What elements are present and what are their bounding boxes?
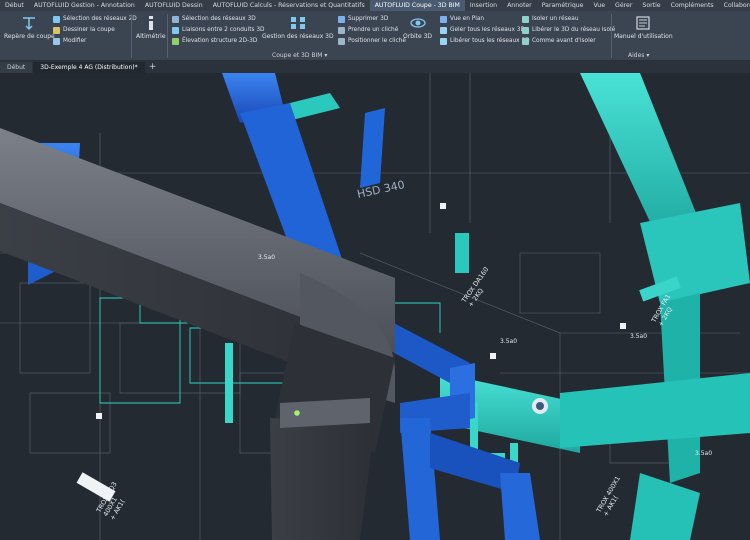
new-tab-button[interactable]: + [148, 62, 158, 73]
ribbon-separator [167, 14, 168, 58]
panel-title-aides[interactable]: Aides ▾ [628, 52, 649, 59]
geler-button[interactable]: Geler tous les réseaux 3D [440, 25, 525, 35]
menu-item[interactable]: AUTOFLUID Gestion - Annotation [29, 0, 140, 11]
ribbon-separator [131, 14, 132, 58]
selection-3d-button[interactable]: Sélection des réseaux 3D [172, 14, 256, 24]
comme-avant-button[interactable]: Comme avant d'isoler [522, 36, 596, 46]
comme-avant-label: Comme avant d'isoler [532, 38, 596, 44]
menu-item[interactable]: Compléments [666, 0, 719, 11]
position-snapshot-icon [338, 37, 345, 45]
document-tab[interactable]: Début [0, 62, 33, 73]
orbite-label: Orbite 3D [403, 33, 433, 40]
freeze-icon [440, 26, 447, 34]
liaisons-button[interactable]: Liaisons entre 2 conduits 3D [172, 25, 264, 35]
isoler-button[interactable]: Isoler un réseau [522, 14, 579, 24]
drawing-canvas[interactable]: HSD 340 TROX DA160+ 2KQ TROX DQ3400X1+ A… [0, 73, 750, 540]
menu-item[interactable]: Gérer [610, 0, 637, 11]
info-icon [148, 16, 153, 30]
selection-2d-button[interactable]: Sélection des réseaux 2D [53, 14, 137, 24]
repere-coupe-button[interactable]: Repère de coupe [4, 15, 55, 40]
prendre-cliche-button[interactable]: Prendre un cliché [338, 25, 398, 35]
select-3d-icon [172, 15, 179, 23]
orbit-icon [409, 18, 426, 28]
select-2d-icon [53, 15, 60, 23]
vue-plan-label: Vue en Plan [450, 16, 485, 22]
liberer-isole-button[interactable]: Libérer le 3D du réseau isolé [522, 25, 615, 35]
modifier-button[interactable]: Modifier [53, 36, 86, 46]
document-tab-bar: Début 3D-Exemple 4 AG (Distribution)* + [0, 61, 750, 73]
menu-item[interactable]: Insertion [465, 0, 502, 11]
ribbon-menu-bar: Début AUTOFLUID Gestion - Annotation AUTOF… [0, 0, 750, 11]
gestion-3d-button[interactable]: Gestion des réseaux 3D [262, 15, 334, 40]
prendre-cliche-label: Prendre un cliché [348, 27, 399, 33]
geler-label: Geler tous les réseaux 3D [450, 27, 525, 33]
selection-2d-label: Sélection des réseaux 2D [63, 16, 137, 22]
modifier-label: Modifier [63, 38, 87, 44]
dessiner-coupe-label: Dessiner la coupe [63, 27, 115, 33]
positionner-cliche-label: Positionner le cliché [348, 38, 406, 44]
dessiner-coupe-button[interactable]: Dessiner la coupe [53, 25, 115, 35]
liberer-isole-label: Libérer le 3D du réseau isolé [532, 27, 616, 33]
unfreeze-icon [440, 37, 447, 45]
liaisons-label: Liaisons entre 2 conduits 3D [182, 27, 265, 33]
manual-icon [636, 16, 650, 30]
menu-item[interactable]: Paramétrique [537, 0, 589, 11]
dim-label-c: 3.5a0 [695, 450, 712, 457]
isoler-label: Isoler un réseau [532, 16, 579, 22]
draw-section-icon [53, 26, 60, 34]
link-ducts-icon [172, 26, 179, 34]
camera-icon [338, 26, 345, 34]
gestion-3d-label: Gestion des réseaux 3D [262, 33, 334, 40]
panel-coupe-label: Coupe et 3D BIM [272, 52, 323, 59]
delete-3d-icon [338, 15, 345, 23]
selection-3d-label: Sélection des réseaux 3D [182, 16, 256, 22]
dim-label-d: 3.5a0 [500, 338, 517, 345]
panel-aides-label: Aides [628, 52, 645, 59]
liberer-label: Libérer tous les réseaux 3D [450, 38, 530, 44]
menu-item[interactable]: AUTOFLUID Calculs - Réservations et Quan… [208, 0, 370, 11]
menu-item[interactable]: Vue [588, 0, 610, 11]
repere-coupe-label: Repère de coupe [4, 33, 55, 40]
positionner-cliche-button[interactable]: Positionner le cliché [338, 36, 406, 46]
modify-icon [53, 37, 60, 45]
supprimer-3d-label: Supprimer 3D [348, 16, 389, 22]
vue-plan-button[interactable]: Vue en Plan [440, 14, 484, 24]
document-tab[interactable]: 3D-Exemple 4 AG (Distribution)* [33, 62, 145, 73]
manuel-label: Manuel d'utilisation [614, 33, 673, 40]
menu-item[interactable]: AUTOFLUID Dessin [140, 0, 208, 11]
elevation-icon [172, 37, 179, 45]
menu-item[interactable]: Sortie [637, 0, 665, 11]
network-3d-icon [290, 17, 305, 29]
menu-item[interactable]: Début [0, 0, 29, 11]
altimetrie-button[interactable]: Altimétrie [136, 15, 166, 40]
elevation-label: Élevation structure 2D-3D [182, 38, 258, 44]
isolate-icon [522, 15, 529, 23]
plan-view-icon [440, 15, 447, 23]
trox-label-b: TROX 400X1+ AK1( [594, 475, 629, 519]
menu-item[interactable]: Collaborer [719, 0, 750, 11]
panel-title-coupe[interactable]: Coupe et 3D BIM ▾ [272, 52, 327, 59]
dim-label-a: 3.5a0 [258, 254, 275, 261]
ribbon-panel: Repère de coupe Sélection des réseaux 2D… [0, 11, 750, 61]
elevation-button[interactable]: Élevation structure 2D-3D [172, 36, 257, 46]
restore-icon [522, 37, 529, 45]
release-isolated-icon [522, 26, 529, 34]
altimetrie-label: Altimétrie [136, 33, 166, 40]
menu-item[interactable]: AUTOFLUID Coupe - 3D BIM [369, 0, 465, 11]
supprimer-3d-button[interactable]: Supprimer 3D [338, 14, 388, 24]
dim-label-b: 3.5a0 [630, 333, 647, 340]
manuel-button[interactable]: Manuel d'utilisation [614, 15, 673, 40]
drawing-viewport[interactable]: HSD 340 TROX DA160+ 2KQ TROX DQ3400X1+ A… [0, 73, 750, 540]
liberer-button[interactable]: Libérer tous les réseaux 3D [440, 36, 530, 46]
menu-item[interactable]: Annoter [502, 0, 537, 11]
gray-main-duct [0, 128, 395, 540]
orbite-button[interactable]: Orbite 3D [403, 15, 432, 40]
ribbon-separator [611, 14, 612, 58]
section-marker-icon [23, 17, 36, 31]
